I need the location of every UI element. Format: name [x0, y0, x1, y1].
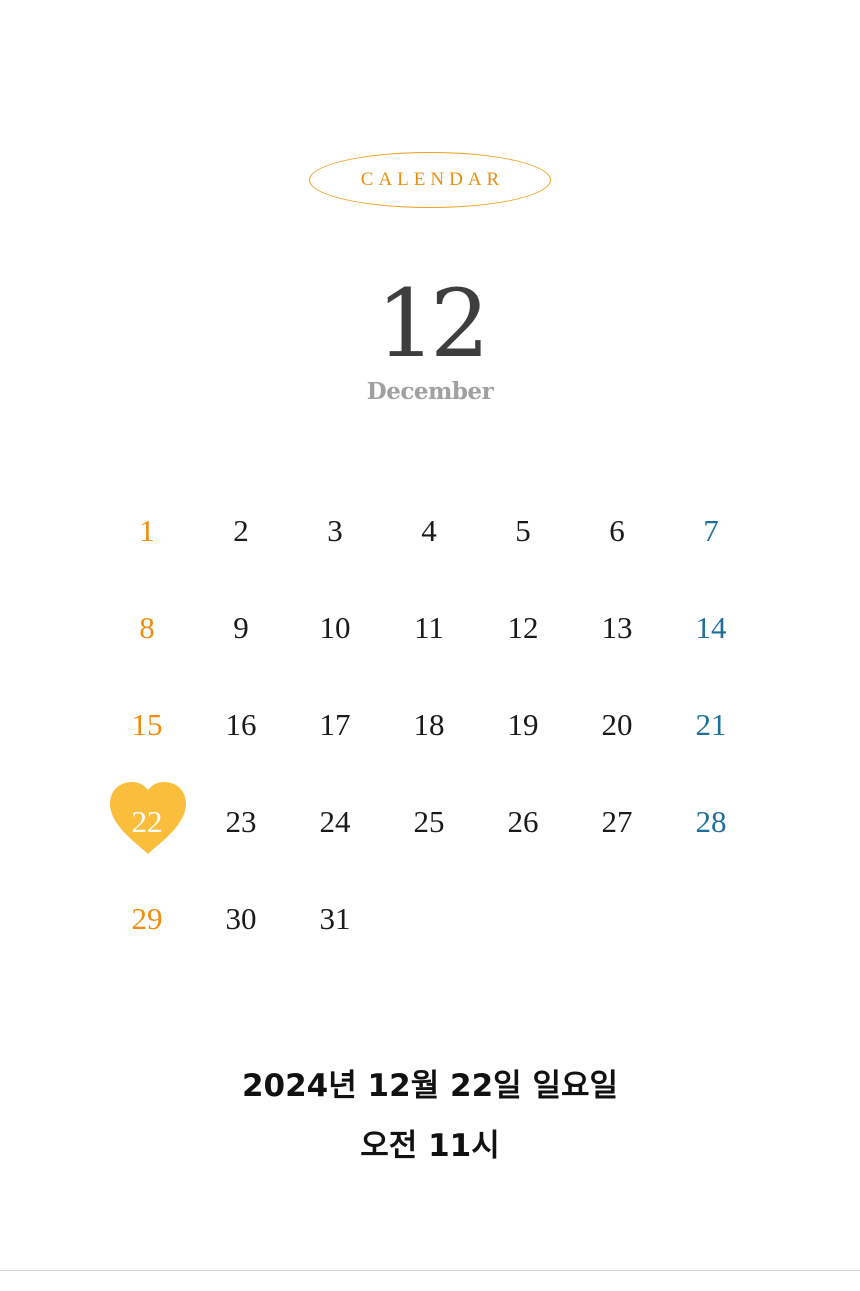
- day-cell[interactable]: 16: [194, 676, 288, 773]
- day-cell[interactable]: 9: [194, 579, 288, 676]
- day-cell[interactable]: 1: [100, 482, 194, 579]
- day-number: 4: [421, 512, 437, 548]
- month-name: December: [366, 378, 494, 405]
- day-cell[interactable]: 15: [100, 676, 194, 773]
- event-time: 오전 11시: [360, 1128, 500, 1164]
- day-number: 16: [225, 706, 257, 742]
- day-cell[interactable]: 4: [382, 482, 476, 579]
- day-cell[interactable]: 30: [194, 870, 288, 967]
- day-number: 11: [414, 609, 444, 645]
- day-number: 8: [139, 609, 155, 645]
- day-cell[interactable]: 21: [664, 676, 758, 773]
- day-cell[interactable]: 14: [664, 579, 758, 676]
- divider: [0, 1270, 860, 1271]
- day-number: 24: [319, 803, 351, 839]
- day-number: 5: [515, 512, 531, 548]
- day-cell-selected[interactable]: 22: [100, 773, 194, 870]
- day-number: 29: [131, 900, 163, 936]
- day-number: 23: [225, 803, 257, 839]
- day-cell[interactable]: 6: [570, 482, 664, 579]
- day-cell[interactable]: 17: [288, 676, 382, 773]
- day-number: 27: [601, 803, 633, 839]
- day-number: 30: [225, 900, 257, 936]
- day-cell[interactable]: 27: [570, 773, 664, 870]
- day-number: 13: [601, 609, 633, 645]
- day-number: 19: [507, 706, 539, 742]
- day-cell[interactable]: 7: [664, 482, 758, 579]
- day-number: 14: [695, 609, 727, 645]
- day-cell[interactable]: 25: [382, 773, 476, 870]
- day-number: 22: [131, 803, 163, 839]
- day-cell[interactable]: 13: [570, 579, 664, 676]
- day-number: 26: [507, 803, 539, 839]
- day-cell[interactable]: 11: [382, 579, 476, 676]
- calendar-badge-label: CALENDAR: [360, 169, 505, 190]
- day-number: 20: [601, 706, 633, 742]
- day-number: 28: [695, 803, 727, 839]
- day-cell[interactable]: 18: [382, 676, 476, 773]
- day-cell[interactable]: 23: [194, 773, 288, 870]
- day-number: 17: [319, 706, 351, 742]
- calendar-badge: CALENDAR: [309, 152, 551, 208]
- day-cell[interactable]: 31: [288, 870, 382, 967]
- day-number: 18: [413, 706, 445, 742]
- day-number: 10: [319, 609, 351, 645]
- event-date: 2024년 12월 22일 일요일: [241, 1068, 619, 1104]
- day-number: 21: [695, 706, 727, 742]
- day-number: 31: [319, 900, 351, 936]
- day-number: 3: [327, 512, 343, 548]
- day-cell[interactable]: 19: [476, 676, 570, 773]
- day-cell[interactable]: 8: [100, 579, 194, 676]
- day-cell[interactable]: 3: [288, 482, 382, 579]
- day-number: 12: [507, 609, 539, 645]
- day-number: 25: [413, 803, 445, 839]
- day-cell[interactable]: 20: [570, 676, 664, 773]
- day-cell[interactable]: 2: [194, 482, 288, 579]
- day-cell[interactable]: 29: [100, 870, 194, 967]
- day-number: 15: [131, 706, 163, 742]
- day-number: 9: [233, 609, 249, 645]
- day-cell[interactable]: 12: [476, 579, 570, 676]
- month-number: 12: [376, 270, 490, 379]
- day-cell[interactable]: 28: [664, 773, 758, 870]
- day-number: 2: [233, 512, 249, 548]
- day-cell[interactable]: 5: [476, 482, 570, 579]
- day-cell[interactable]: 24: [288, 773, 382, 870]
- day-number: 7: [703, 512, 719, 548]
- day-cell[interactable]: 10: [288, 579, 382, 676]
- day-cell[interactable]: 26: [476, 773, 570, 870]
- day-number: 6: [609, 512, 625, 548]
- day-number: 1: [139, 512, 155, 548]
